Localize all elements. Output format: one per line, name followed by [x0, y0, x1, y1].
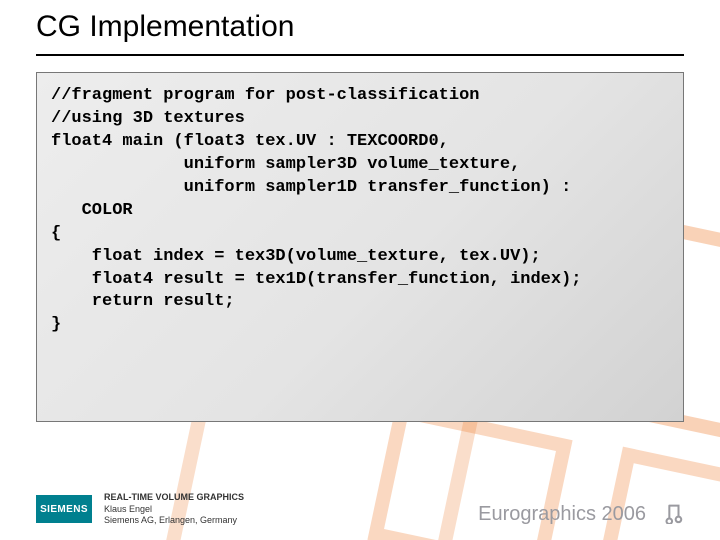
footer-right: Eurographics 2006 [478, 502, 684, 526]
credit-org: Siemens AG, Erlangen, Germany [104, 515, 244, 526]
credit-title: REAL-TIME VOLUME GRAPHICS [104, 492, 244, 503]
code-block: //fragment program for post-classificati… [36, 72, 684, 422]
credits: REAL-TIME VOLUME GRAPHICS Klaus Engel Si… [104, 492, 244, 526]
page-title: CG Implementation [36, 10, 294, 44]
conference-label: Eurographics 2006 [478, 503, 646, 526]
siemens-logo: SIEMENS [36, 495, 92, 523]
music-note-icon [662, 502, 684, 526]
footer: SIEMENS REAL-TIME VOLUME GRAPHICS Klaus … [36, 492, 684, 526]
footer-left: SIEMENS REAL-TIME VOLUME GRAPHICS Klaus … [36, 492, 244, 526]
credit-author: Klaus Engel [104, 504, 244, 515]
slide: CG Implementation //fragment program for… [0, 0, 720, 540]
title-underline [36, 54, 684, 56]
